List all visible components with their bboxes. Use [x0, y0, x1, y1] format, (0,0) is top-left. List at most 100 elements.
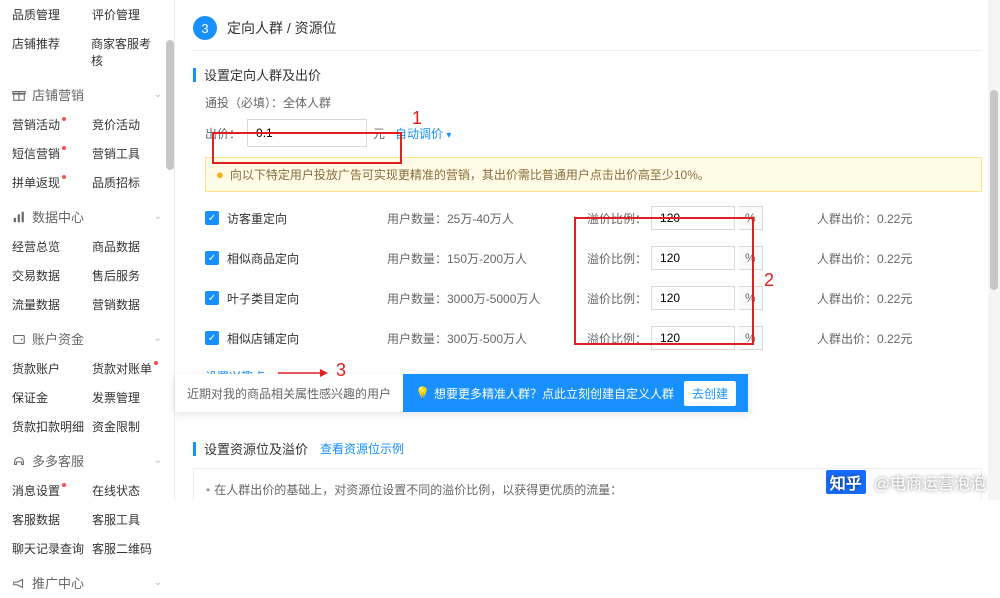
sidebar-row[interactable]: 聊天记录查询客服二维码 — [12, 534, 162, 563]
sidebar-link[interactable]: 营销活动 — [12, 116, 92, 133]
checkbox-checked-icon[interactable]: ✓ — [205, 331, 219, 345]
target-user-count: 用户数量：25万-40万人 — [387, 210, 587, 227]
sidebar-link[interactable]: 商品数据 — [92, 238, 140, 255]
sidebar-section-data-center[interactable]: 数据中心⌄ — [12, 197, 162, 232]
target-name: 访客重定向 — [227, 210, 387, 227]
watermark-user: @电商运营泡泡 — [874, 470, 986, 494]
sidebar-section-promotion[interactable]: 推广中心⌄ — [12, 563, 162, 598]
premium-input[interactable] — [651, 246, 735, 270]
target-premium-wrap: 溢价比例：% — [587, 246, 777, 270]
sidebar-section-title: 数据中心 — [32, 207, 84, 226]
main-content: 3 定向人群 / 资源位 设置定向人群及出价 通投（必填）：全体人群 出价： 元… — [175, 0, 1000, 500]
sidebar-row[interactable]: 拼单返现品质招标 — [12, 168, 162, 197]
checkbox-checked-icon[interactable]: ✓ — [205, 251, 219, 265]
bid-input[interactable] — [247, 119, 367, 147]
bulb-icon: 💡 — [415, 386, 430, 400]
scrollbar-thumb-main[interactable] — [990, 90, 998, 290]
checkbox-checked-icon[interactable]: ✓ — [205, 211, 219, 225]
sidebar-section-account-funds[interactable]: 账户资金 ⌄ — [12, 319, 162, 354]
sidebar-link[interactable]: 流量数据 — [12, 296, 92, 313]
sidebar-link[interactable]: 营销工具 — [92, 145, 140, 162]
annotation-number-3: 3 — [336, 360, 346, 381]
chart-icon — [12, 210, 26, 224]
sidebar-link[interactable]: 客服二维码 — [92, 540, 152, 557]
target-premium-wrap: 溢价比例：% — [587, 286, 777, 310]
sidebar-section-duoduo-service[interactable]: 多多客服 ⌄ — [12, 441, 162, 476]
target-name: 相似店铺定向 — [227, 330, 387, 347]
scrollbar-thumb-sidebar[interactable] — [166, 40, 174, 170]
sidebar-section-shop-marketing[interactable]: 店铺营销⌄ — [12, 75, 162, 110]
sidebar-link[interactable]: 竞价活动 — [92, 116, 140, 133]
sidebar-row[interactable]: 流量数据营销数据 — [12, 290, 162, 319]
sidebar-row[interactable]: 客服数据客服工具 — [12, 505, 162, 534]
bid-line: 出价： 元 自动调价 ▾ — [193, 119, 982, 147]
cta-context-text: 近期对我的商品相关属性感兴趣的用户 — [175, 385, 403, 402]
crowd-bid-value: 人群出价：0.22元 — [817, 250, 912, 267]
sidebar-row[interactable]: 保证金发票管理 — [12, 383, 162, 412]
checkbox-checked-icon[interactable]: ✓ — [205, 291, 219, 305]
section-crowd-bid-title: 设置定向人群及出价 — [193, 65, 982, 84]
sidebar-row[interactable]: 短信营销营销工具 — [12, 139, 162, 168]
sidebar-link[interactable]: 品质管理 — [12, 6, 92, 23]
sidebar-link[interactable]: 资金限制 — [92, 418, 140, 435]
premium-label: 溢价比例： — [587, 330, 647, 347]
sidebar-link[interactable]: 短信营销 — [12, 145, 92, 162]
sidebar-link[interactable]: 营销数据 — [92, 296, 140, 313]
sidebar-link[interactable]: 在线状态 — [92, 482, 140, 499]
sidebar: 品质管理评价管理 店铺推荐商家客服考核 店铺营销⌄ 营销活动竞价活动 短信营销营… — [0, 0, 175, 500]
chevron-down-icon: ⌄ — [154, 455, 162, 466]
sidebar-link[interactable]: 品质招标 — [92, 174, 140, 191]
premium-label: 溢价比例： — [587, 250, 647, 267]
sidebar-row[interactable]: 货款扣款明细资金限制 — [12, 412, 162, 441]
sidebar-row[interactable]: 营销活动竞价活动 — [12, 110, 162, 139]
sidebar-row[interactable]: 交易数据售后服务 — [12, 261, 162, 290]
crowd-bid-value: 人群出价：0.22元 — [817, 210, 912, 227]
sidebar-link[interactable]: 店铺推荐 — [12, 35, 91, 69]
percent-sign: % — [739, 326, 763, 350]
sidebar-link[interactable]: 交易数据 — [12, 267, 92, 284]
sidebar-top-row[interactable]: 店铺推荐商家客服考核 — [12, 29, 162, 75]
sidebar-section-title: 账户资金 — [32, 329, 84, 348]
sidebar-link[interactable]: 保证金 — [12, 389, 92, 406]
sidebar-link[interactable]: 聊天记录查询 — [12, 540, 92, 557]
target-name: 相似商品定向 — [227, 250, 387, 267]
target-row: ✓叶子类目定向用户数量：3000万-5000万人溢价比例：%人群出价：0.22元 — [205, 278, 982, 318]
sidebar-link[interactable]: 货款扣款明细 — [12, 418, 92, 435]
sidebar-section-title: 推广中心 — [32, 573, 84, 592]
sidebar-link[interactable]: 发票管理 — [92, 389, 140, 406]
sidebar-link[interactable]: 拼单返现 — [12, 174, 92, 191]
premium-label: 溢价比例： — [587, 210, 647, 227]
crowd-bid-value: 人群出价：0.22元 — [817, 290, 912, 307]
view-example-link[interactable]: 查看资源位示例 — [320, 440, 404, 457]
info-icon: ● — [216, 167, 224, 182]
go-create-button[interactable]: 去创建 — [684, 381, 736, 406]
premium-input[interactable] — [651, 206, 735, 230]
step-title: 定向人群 / 资源位 — [227, 18, 337, 38]
megaphone-icon — [12, 576, 26, 590]
target-premium-wrap: 溢价比例：% — [587, 326, 777, 350]
sidebar-section-title: 店铺营销 — [32, 85, 84, 104]
chevron-down-icon: ⌄ — [154, 333, 162, 344]
sidebar-link[interactable]: 货款账户 — [12, 360, 92, 377]
bid-unit: 元 — [373, 125, 385, 142]
target-row: ✓相似商品定向用户数量：150万-200万人溢价比例：%人群出价：0.22元 — [205, 238, 982, 278]
sidebar-top-row[interactable]: 品质管理评价管理 — [12, 0, 162, 29]
sidebar-row[interactable]: 货款账户货款对账单 — [12, 354, 162, 383]
annotation-number-2: 2 — [764, 270, 774, 291]
sidebar-link[interactable]: 评价管理 — [92, 6, 140, 23]
sidebar-row[interactable]: 经营总览商品数据 — [12, 232, 162, 261]
sidebar-link[interactable]: 商家客服考核 — [91, 35, 162, 69]
sidebar-link[interactable]: 货款对账单 — [92, 360, 152, 377]
sidebar-link[interactable]: 消息设置 — [12, 482, 92, 499]
sidebar-row[interactable]: 消息设置在线状态 — [12, 476, 162, 505]
sidebar-link[interactable]: 售后服务 — [92, 267, 140, 284]
premium-input[interactable] — [651, 326, 735, 350]
premium-input[interactable] — [651, 286, 735, 310]
auto-adjust-link[interactable]: 自动调价 ▾ — [395, 125, 451, 142]
sidebar-link[interactable]: 经营总览 — [12, 238, 92, 255]
annotation-number-1: 1 — [412, 108, 422, 129]
sidebar-section-title: 多多客服 — [32, 451, 84, 470]
sidebar-link[interactable]: 客服数据 — [12, 511, 92, 528]
wallet-icon — [12, 332, 26, 346]
sidebar-link[interactable]: 客服工具 — [92, 511, 140, 528]
